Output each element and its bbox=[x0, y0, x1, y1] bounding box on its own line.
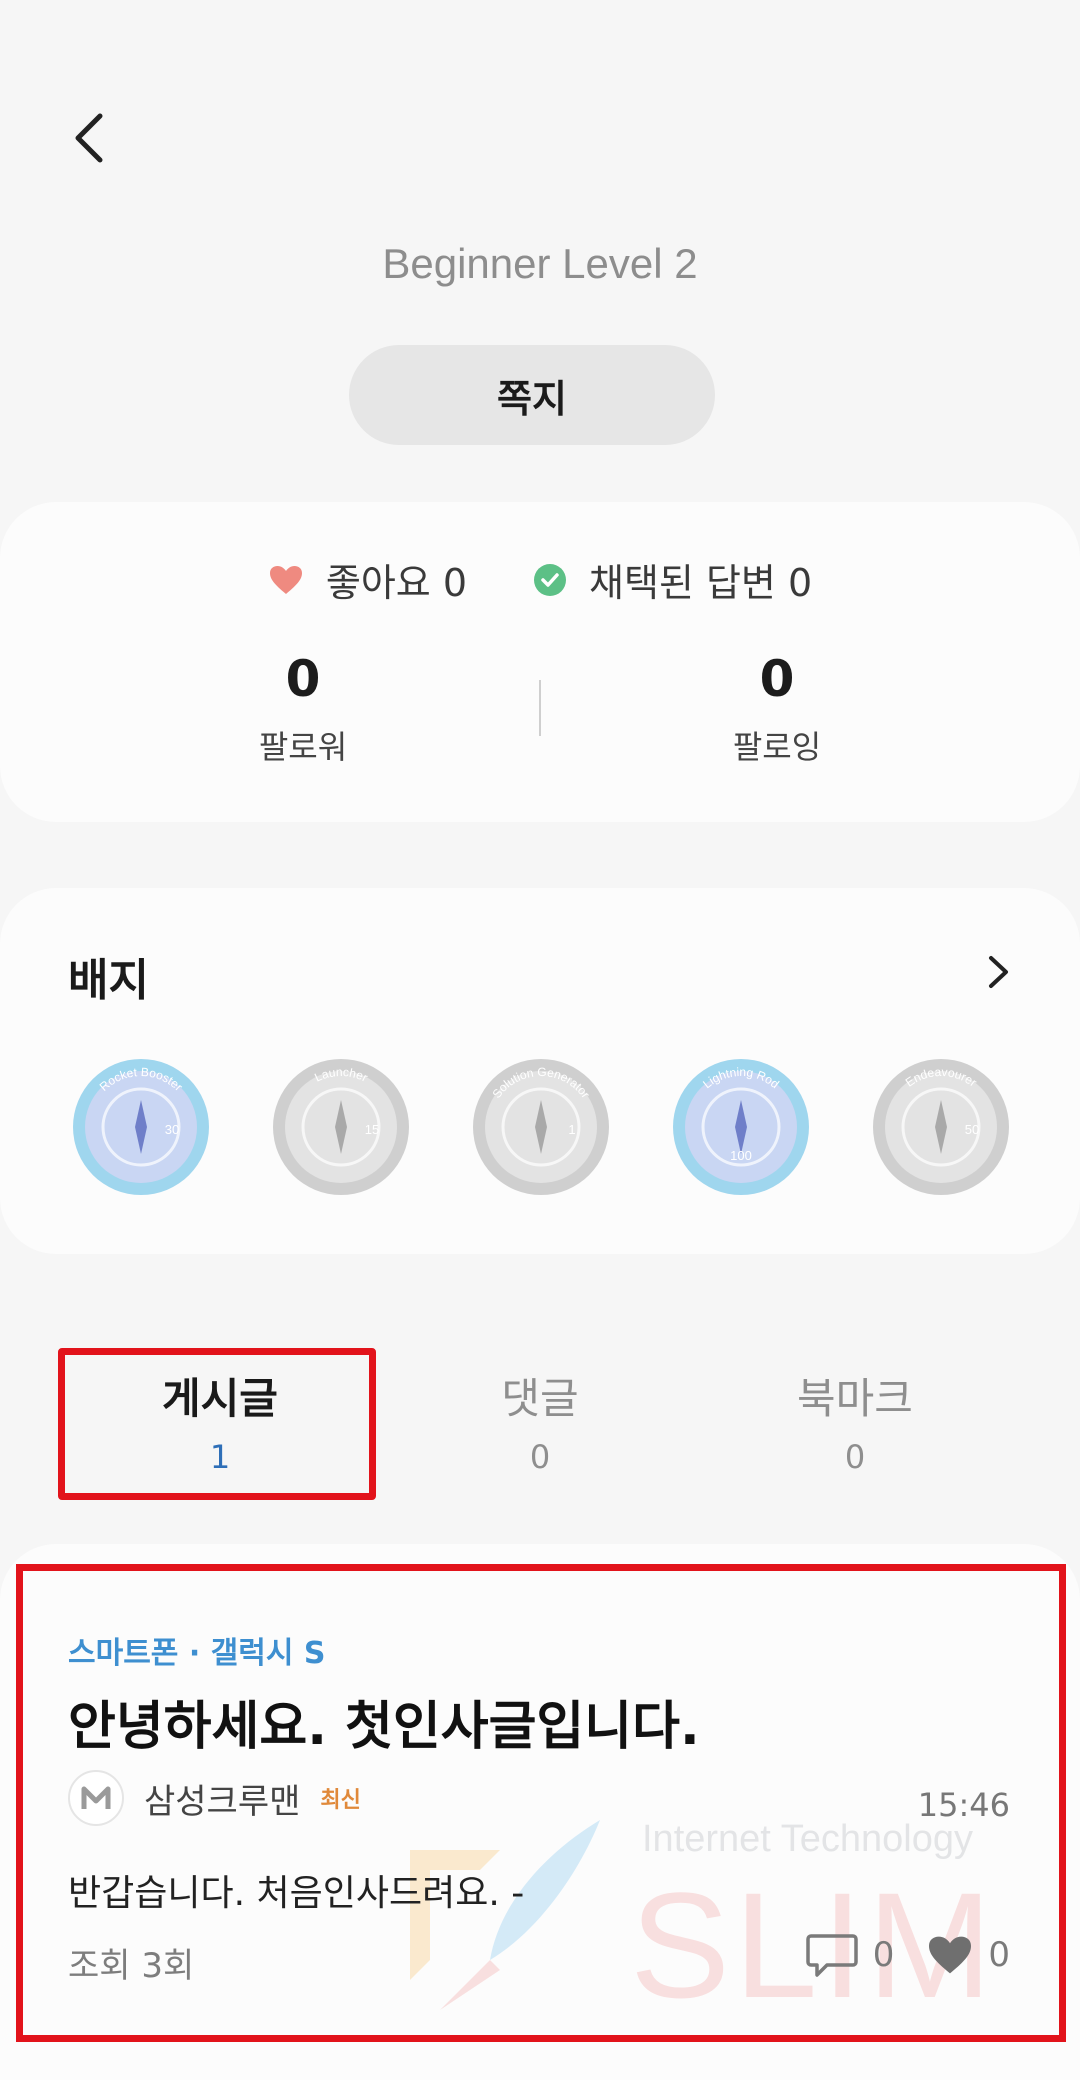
badge-section-title: 배지 bbox=[68, 955, 149, 1006]
chevron-right-icon bbox=[989, 956, 1008, 988]
author-badge: 최신 bbox=[320, 1788, 361, 1813]
profile-page: Beginner Level 2 쪽지 좋아요 0 채택된 답변 0 0 팔로워 bbox=[0, 0, 1080, 2080]
svg-text:15: 15 bbox=[365, 1122, 379, 1137]
stats-divider bbox=[539, 680, 541, 736]
content-tabs: 게시글 1 댓글 0 북마크 0 bbox=[0, 1350, 1080, 1490]
badge-icon: Launcher15 bbox=[273, 1059, 409, 1195]
followers-label: 팔로워 bbox=[258, 728, 348, 766]
badge-card: 배지 Rocket Booster 30 Launcher 15 Solution Ge… bbox=[0, 888, 1080, 1254]
svg-text:1: 1 bbox=[568, 1122, 575, 1137]
comment-count: 0 bbox=[872, 1935, 895, 1975]
likes-label: 좋아요 0 bbox=[325, 561, 467, 605]
author-name[interactable]: 삼성크루맨 bbox=[144, 1774, 300, 1823]
comment-icon bbox=[805, 1932, 859, 1978]
post-author-row: 삼성크루맨 최신 bbox=[68, 1770, 361, 1826]
accepted-label: 채택된 답변 0 bbox=[589, 561, 813, 605]
followers-stat[interactable]: 0 팔로워 bbox=[143, 650, 463, 768]
tab-count: 1 bbox=[209, 1437, 231, 1476]
heart-icon[interactable] bbox=[926, 1934, 974, 1976]
chevron-left-icon bbox=[75, 113, 103, 163]
tab-comments[interactable]: 댓글 0 bbox=[390, 1350, 690, 1490]
following-label: 팔로잉 bbox=[732, 728, 822, 766]
post-meta: 0 0 bbox=[805, 1932, 1010, 1978]
tab-count: 0 bbox=[529, 1437, 551, 1476]
stats-summary: 좋아요 0 채택된 답변 0 bbox=[0, 552, 1080, 607]
avatar[interactable] bbox=[68, 1770, 124, 1826]
badge-icon: Lightning Rod100 bbox=[673, 1059, 809, 1195]
like-count: 0 bbox=[988, 1935, 1010, 1975]
badge-icon: Solution Generator1 bbox=[473, 1059, 609, 1195]
svg-text:100: 100 bbox=[730, 1148, 752, 1163]
tab-label: 북마크 bbox=[797, 1373, 913, 1423]
badge-icon: Rocket Booster30 bbox=[73, 1059, 209, 1195]
back-button[interactable] bbox=[58, 108, 118, 168]
member-logo-icon bbox=[81, 1786, 111, 1809]
following-stat[interactable]: 0 팔로잉 bbox=[617, 650, 937, 768]
badge-item[interactable]: Lightning Rod 100 bbox=[670, 1056, 812, 1198]
badge-item[interactable]: Rocket Booster 30 bbox=[70, 1056, 212, 1198]
badge-more-button[interactable] bbox=[976, 950, 1020, 994]
tab-label: 댓글 bbox=[501, 1373, 579, 1423]
tab-posts[interactable]: 게시글 1 bbox=[70, 1350, 370, 1490]
badge-item[interactable]: Launcher 15 bbox=[270, 1056, 412, 1198]
post-category[interactable]: 스마트폰 · 갤럭시 S bbox=[68, 1628, 326, 1672]
accepted-stat: 채택된 답변 0 bbox=[533, 552, 812, 607]
user-level: Beginner Level 2 bbox=[382, 240, 698, 287]
likes-stat: 좋아요 0 bbox=[268, 552, 467, 607]
check-circle-icon bbox=[534, 563, 566, 596]
tab-label: 게시글 bbox=[162, 1373, 278, 1423]
svg-text:30: 30 bbox=[165, 1122, 179, 1137]
badge-item[interactable]: Solution Generator 1 bbox=[470, 1056, 612, 1198]
stats-card: 좋아요 0 채택된 답변 0 0 팔로워 0 팔로잉 bbox=[0, 502, 1080, 822]
badge-icon: Endeavourer50 bbox=[873, 1059, 1009, 1195]
heart-icon bbox=[269, 565, 302, 594]
tab-count: 0 bbox=[844, 1437, 866, 1476]
followers-count: 0 bbox=[285, 650, 321, 708]
svg-text:50: 50 bbox=[965, 1122, 979, 1137]
post-title[interactable]: 안녕하세요. 첫인사글입니다. bbox=[68, 1684, 700, 1759]
post-body[interactable]: 반갑습니다. 처음인사드려요. - bbox=[68, 1864, 524, 1916]
following-count: 0 bbox=[759, 650, 795, 708]
message-button[interactable]: 쪽지 bbox=[349, 345, 715, 445]
badge-item[interactable]: Endeavourer 50 bbox=[870, 1056, 1012, 1198]
post-time: 15:46 bbox=[917, 1786, 1010, 1824]
tab-bookmarks[interactable]: 북마크 0 bbox=[705, 1350, 1005, 1490]
post-views: 조회 3회 bbox=[68, 1946, 195, 1986]
